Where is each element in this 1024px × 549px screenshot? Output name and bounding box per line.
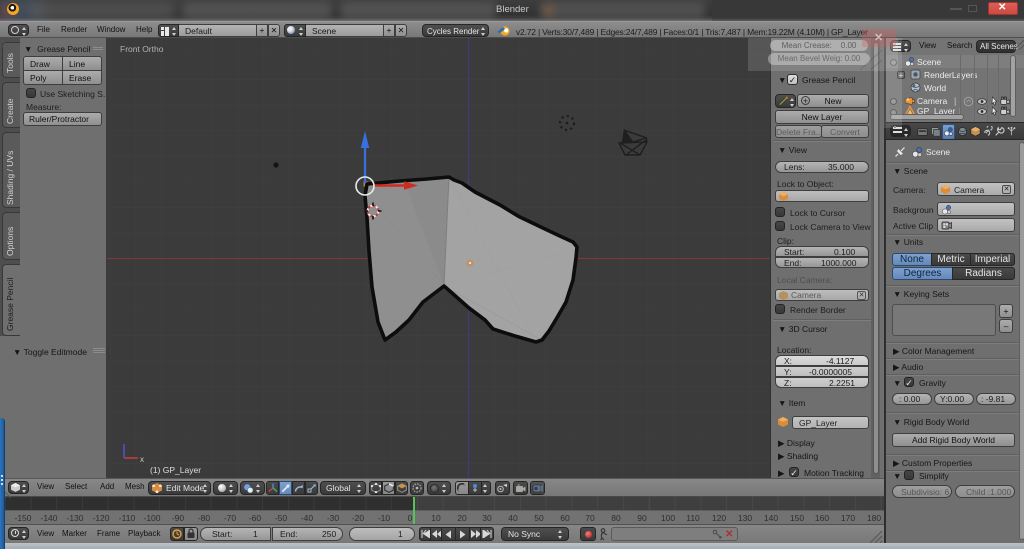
svg-text:x: x [140, 455, 144, 464]
